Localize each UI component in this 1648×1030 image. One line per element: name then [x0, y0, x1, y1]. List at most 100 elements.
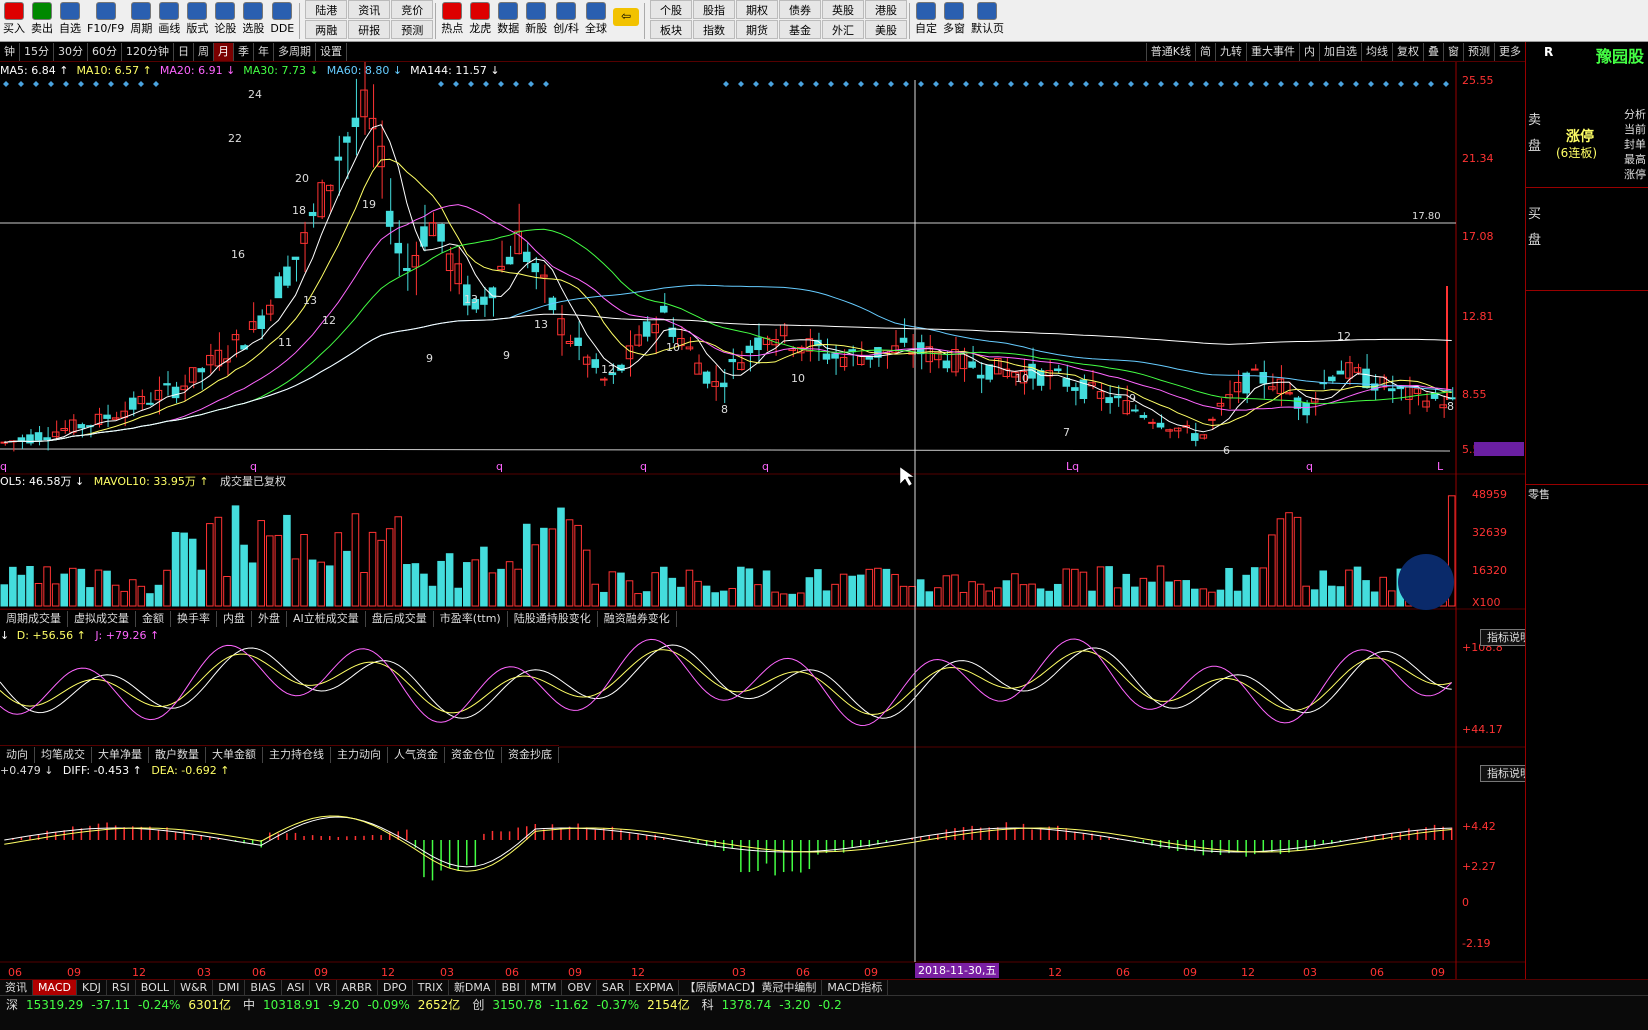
event-marker[interactable] [123, 81, 129, 87]
event-marker[interactable] [858, 81, 864, 87]
chart-option-2[interactable]: 九转 [1215, 43, 1246, 61]
market-button[interactable]: 股指 [692, 0, 735, 19]
event-marker[interactable] [1143, 81, 1149, 87]
event-marker[interactable] [63, 81, 69, 87]
indicator-tab[interactable]: KDJ [77, 980, 107, 995]
indicator-tab[interactable]: MACD指标 [822, 980, 889, 995]
toolbar-btn-buttons32[interactable]: 默认页 [968, 0, 1007, 42]
event-marker[interactable] [1218, 81, 1224, 87]
indicator-tab[interactable]: ASI [282, 980, 311, 995]
toolbar-btn-buttons2[interactable]: 自选 [56, 0, 84, 42]
event-marker[interactable] [978, 81, 984, 87]
event-marker[interactable] [1443, 81, 1449, 87]
fund-tab[interactable]: 动向 [0, 746, 35, 763]
event-marker[interactable] [528, 81, 534, 87]
volume-tab[interactable]: 金额 [136, 610, 171, 627]
event-marker[interactable] [1338, 81, 1344, 87]
event-marker[interactable] [1158, 81, 1164, 87]
event-marker[interactable] [93, 81, 99, 87]
event-marker[interactable] [18, 81, 24, 87]
market-button[interactable]: 指数 [692, 20, 735, 39]
market-button[interactable]: 基金 [778, 20, 821, 39]
indicator-tab[interactable]: TRIX [413, 980, 449, 995]
market-button[interactable]: 外汇 [821, 20, 864, 39]
event-marker[interactable] [1398, 81, 1404, 87]
event-marker[interactable] [468, 81, 474, 87]
event-marker[interactable] [933, 81, 939, 87]
back-button[interactable]: ⇦ [610, 0, 642, 42]
event-marker[interactable] [1293, 81, 1299, 87]
chart-option-10[interactable]: 预测 [1463, 43, 1494, 61]
indicator-tab[interactable]: BBI [496, 980, 526, 995]
event-marker[interactable] [1353, 81, 1359, 87]
event-marker[interactable] [1113, 81, 1119, 87]
period-9[interactable]: 年 [254, 42, 274, 61]
event-marker[interactable] [873, 81, 879, 87]
event-marker[interactable] [918, 81, 924, 87]
fund-tab[interactable]: 主力动向 [331, 746, 388, 763]
indicator-tab[interactable]: MTM [526, 980, 563, 995]
event-marker[interactable] [1413, 81, 1419, 87]
period-3[interactable]: 60分 [88, 42, 122, 61]
toolbar-btn-buttons25[interactable]: 全球 [582, 0, 610, 42]
chart-option-4[interactable]: 内 [1299, 43, 1319, 61]
indicator-tab[interactable]: BOLL [136, 980, 176, 995]
indicator-tab[interactable]: 【原版MACD】黄冠中编制 [679, 980, 823, 995]
toolbar-btn-buttons22[interactable]: 数据 [494, 0, 522, 42]
indicator-tab[interactable]: DPO [378, 980, 413, 995]
grid-button[interactable]: 研报 [348, 20, 391, 39]
fund-tab[interactable]: 大单金额 [206, 746, 263, 763]
market-button[interactable]: 板块 [649, 20, 692, 39]
volume-tab[interactable]: 外盘 [252, 610, 287, 627]
toolbar-btn-buttons24[interactable]: 创/科 [550, 0, 582, 42]
toolbar-btn-buttons8[interactable]: 选股 [239, 0, 267, 42]
indicator-tab[interactable]: VR [310, 980, 337, 995]
indicator-tab[interactable]: EXPMA [630, 980, 680, 995]
toolbar-btn-buttons7[interactable]: 论股 [211, 0, 239, 42]
chart-option-5[interactable]: 加自选 [1319, 43, 1361, 61]
event-marker[interactable] [753, 81, 759, 87]
chart-option-9[interactable]: 窗 [1443, 43, 1463, 61]
period-4[interactable]: 120分钟 [122, 42, 174, 61]
indicator-tab[interactable]: SAR [597, 980, 631, 995]
fund-tab[interactable]: 主力持仓线 [263, 746, 331, 763]
chart-option-7[interactable]: 复权 [1392, 43, 1423, 61]
volume-tab[interactable]: 陆股通持股变化 [508, 610, 598, 627]
event-marker[interactable] [438, 81, 444, 87]
event-marker[interactable] [1233, 81, 1239, 87]
event-marker[interactable] [453, 81, 459, 87]
event-marker[interactable] [903, 81, 909, 87]
fund-tab[interactable]: 大单净量 [92, 746, 149, 763]
period-2[interactable]: 30分 [54, 42, 88, 61]
index-item[interactable]: 深 15319.29 -37.11 -0.24% 6301亿 [0, 996, 237, 1014]
event-marker[interactable] [1188, 81, 1194, 87]
event-marker[interactable] [543, 81, 549, 87]
toolbar-btn-buttons5[interactable]: 画线 [155, 0, 183, 42]
indicator-tab[interactable]: RSI [107, 980, 136, 995]
volume-tab[interactable]: 周期成交量 [0, 610, 68, 627]
toolbar-btn-buttons0[interactable]: 买入 [0, 0, 28, 42]
event-marker[interactable] [888, 81, 894, 87]
period-10[interactable]: 多周期 [274, 42, 316, 61]
market-button[interactable]: 美股 [864, 20, 907, 39]
event-marker[interactable] [828, 81, 834, 87]
volume-tab[interactable]: 内盘 [217, 610, 252, 627]
period-0[interactable]: 钟 [0, 42, 20, 61]
period-1[interactable]: 15分 [20, 42, 54, 61]
event-marker[interactable] [483, 81, 489, 87]
volume-tab[interactable]: AI立桩成交量 [287, 610, 366, 627]
chart-option-6[interactable]: 均线 [1361, 43, 1392, 61]
toolbar-btn-buttons4[interactable]: 周期 [127, 0, 155, 42]
period-6[interactable]: 周 [194, 42, 214, 61]
event-marker[interactable] [1308, 81, 1314, 87]
indicator-tab[interactable]: OBV [562, 980, 597, 995]
event-marker[interactable] [1008, 81, 1014, 87]
market-button[interactable]: 期权 [735, 0, 778, 19]
index-item[interactable]: 中 10318.91 -9.20 -0.09% 2652亿 [237, 996, 466, 1014]
kline-chart[interactable]: 25.5521.3417.0812.818.555.5717.802422201… [0, 62, 1525, 979]
event-marker[interactable] [1173, 81, 1179, 87]
chart-option-8[interactable]: 叠 [1423, 43, 1443, 61]
event-marker[interactable] [963, 81, 969, 87]
toolbar-btn-buttons9[interactable]: DDE [267, 0, 297, 42]
event-marker[interactable] [1368, 81, 1374, 87]
